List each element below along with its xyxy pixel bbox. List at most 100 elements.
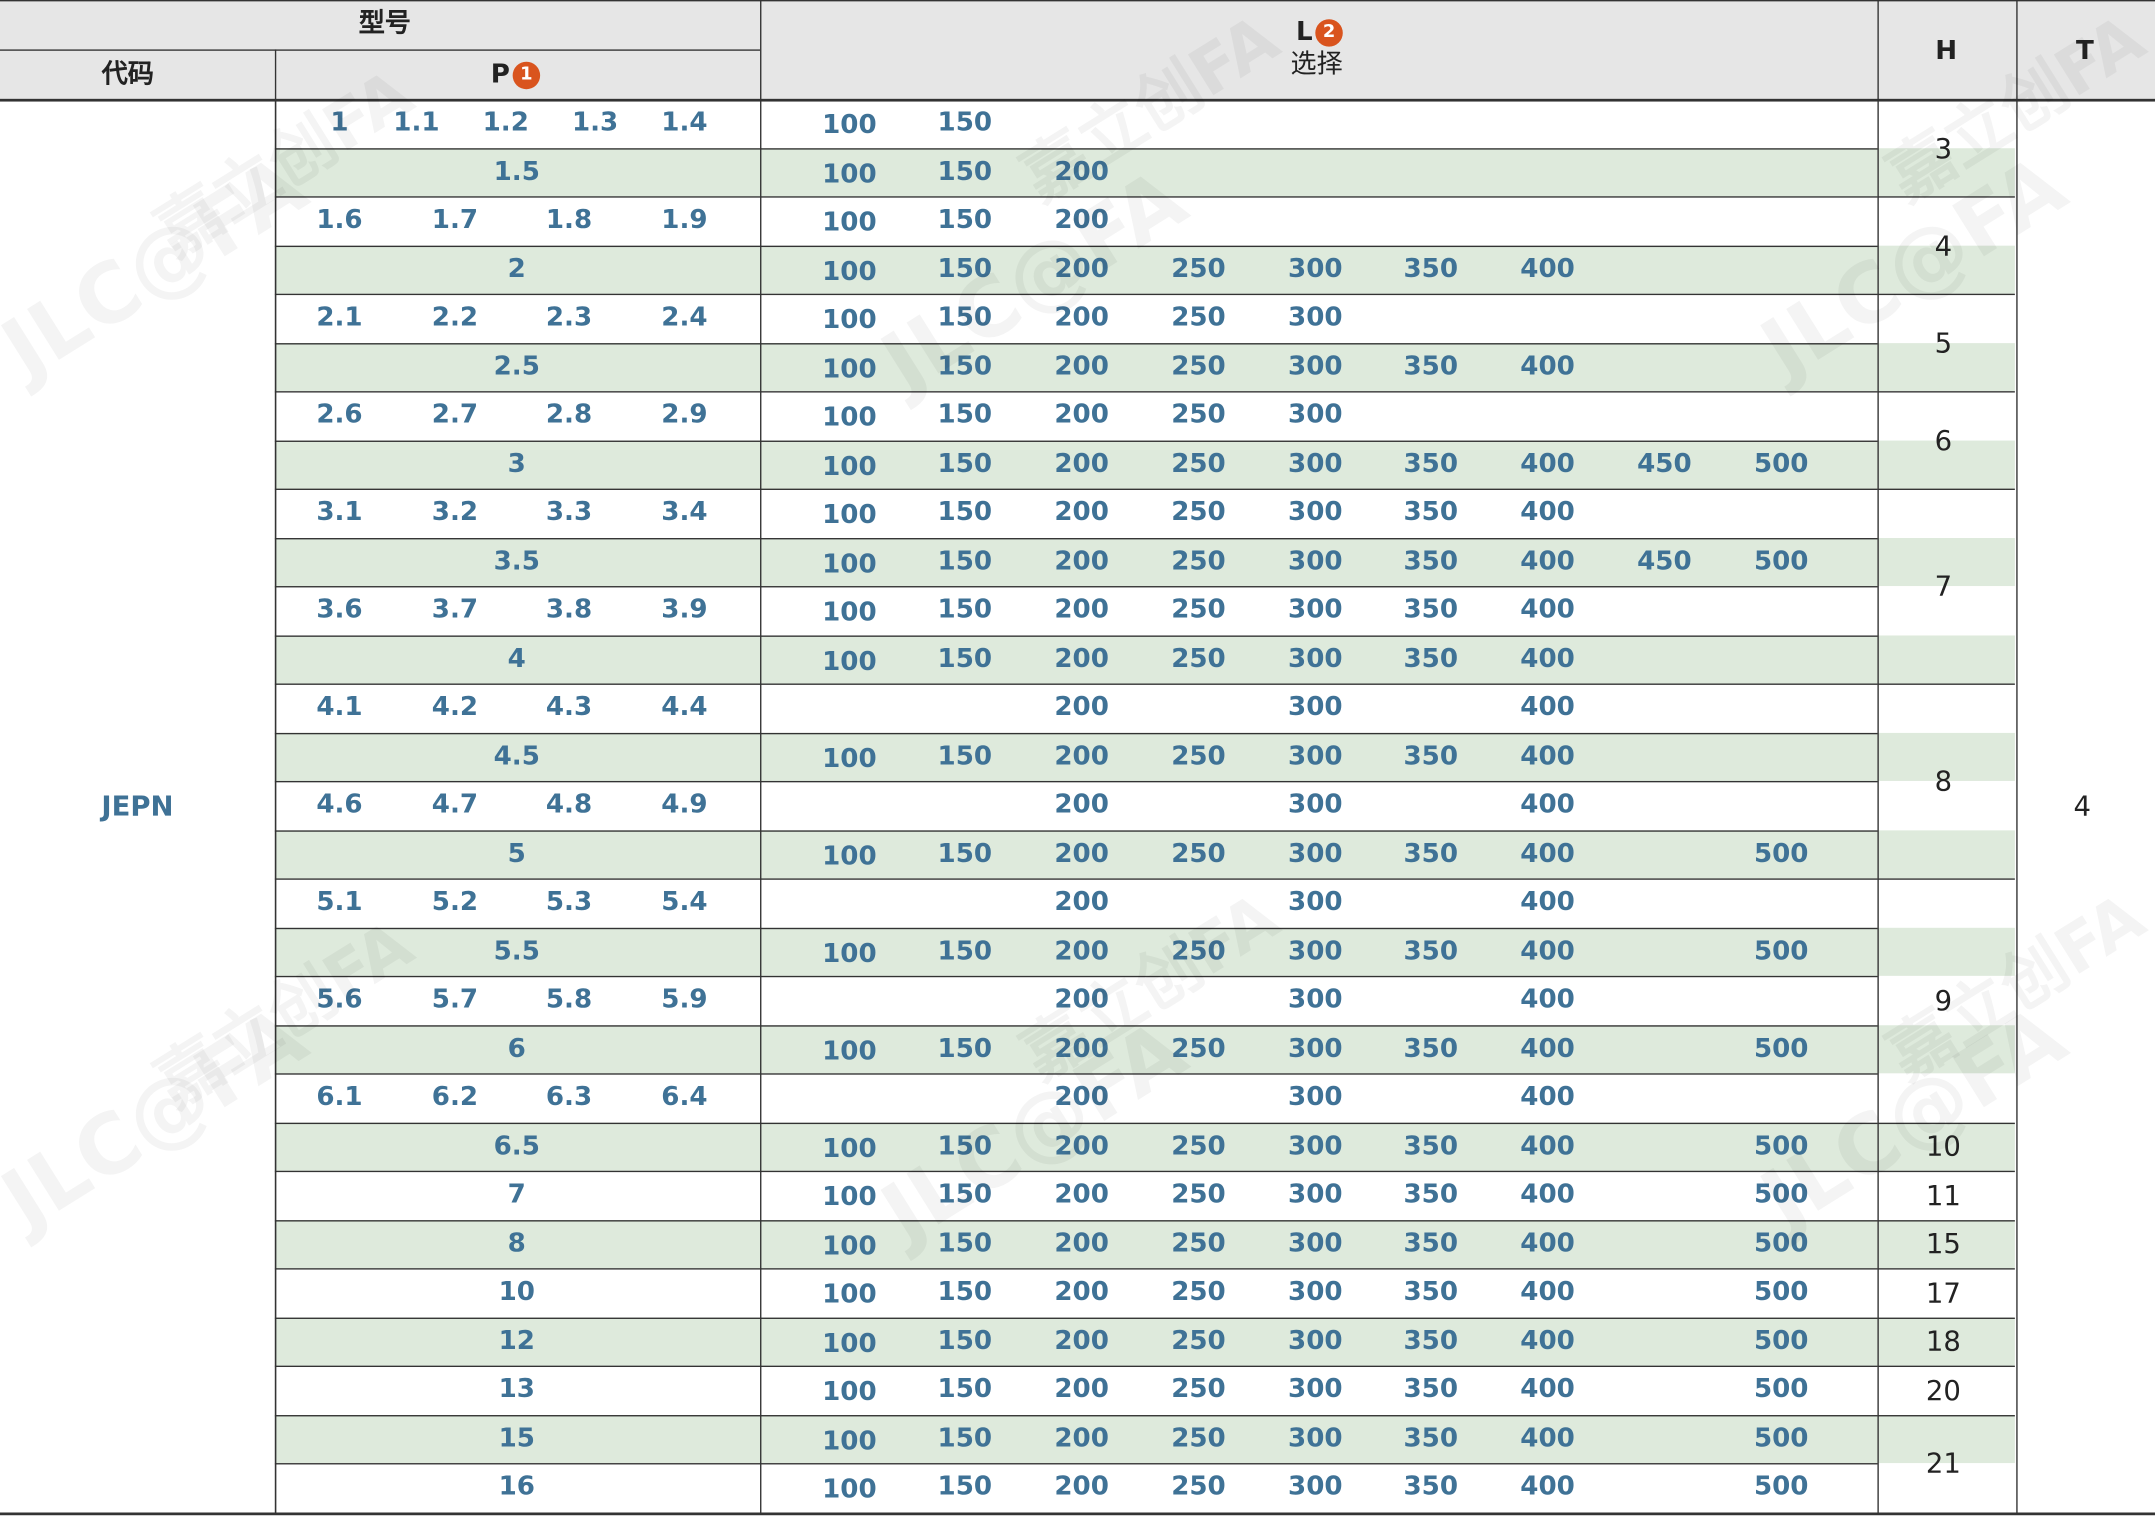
p-value: 2.7 xyxy=(431,399,479,430)
l-value: 250 xyxy=(1171,740,1226,771)
l-value: 500 xyxy=(1753,1373,1809,1405)
p-value: 3.8 xyxy=(545,594,593,625)
l-value: 150 xyxy=(937,155,993,186)
l-value: 200 xyxy=(1054,1178,1109,1210)
l-value: 300 xyxy=(1288,984,1343,1015)
rule xyxy=(0,1511,2155,1515)
l-value: 100 xyxy=(822,645,877,676)
p-value: 6.1 xyxy=(316,1081,363,1112)
h-value: 21 xyxy=(1925,1446,1961,1480)
l-value: 500 xyxy=(1753,1032,1809,1064)
l-value: 300 xyxy=(1288,691,1343,722)
l-value: 400 xyxy=(1520,1081,1575,1112)
l-value: 350 xyxy=(1403,740,1459,771)
l-value: 150 xyxy=(937,1276,993,1307)
h-value: 18 xyxy=(1925,1324,1961,1358)
l-value: 300 xyxy=(1288,1032,1343,1064)
l-value: 400 xyxy=(1520,545,1575,576)
l-value: 350 xyxy=(1403,496,1459,528)
l-value: 450 xyxy=(1637,448,1692,479)
l-value: 100 xyxy=(822,548,877,579)
l-value: 250 xyxy=(1171,545,1226,576)
l-value: 400 xyxy=(1520,886,1575,917)
l-value: 350 xyxy=(1403,1178,1459,1210)
l-value: 100 xyxy=(822,207,877,238)
l-value: 350 xyxy=(1403,1276,1459,1307)
l-value: 100 xyxy=(822,1376,877,1407)
l-value: 200 xyxy=(1054,837,1109,869)
l-number-badge: 2 xyxy=(1315,19,1343,47)
p-value: 2.4 xyxy=(661,301,708,333)
h-value: 7 xyxy=(1934,569,1953,603)
row-rule xyxy=(274,780,1878,783)
l-value: 150 xyxy=(937,935,993,966)
p-value: 4 xyxy=(507,643,526,674)
p-value: 1.2 xyxy=(482,107,529,138)
l-value: 350 xyxy=(1403,545,1459,576)
l-value: 300 xyxy=(1288,1422,1343,1453)
l-value: 400 xyxy=(1520,1227,1575,1258)
p-value: 6.5 xyxy=(493,1130,540,1161)
l-value: 100 xyxy=(822,1327,877,1359)
l-value: 100 xyxy=(822,450,877,482)
l-value: 200 xyxy=(1054,496,1109,528)
p-value: 5.2 xyxy=(431,886,479,917)
row-rule xyxy=(274,586,1878,588)
p-value: 4.6 xyxy=(316,789,363,820)
p-value: 1.7 xyxy=(431,204,479,235)
p-value: 3 xyxy=(507,448,526,479)
h-rule xyxy=(1877,878,2015,880)
p-value: 2.2 xyxy=(431,301,479,333)
row-rule xyxy=(274,927,1878,929)
row-rule xyxy=(274,683,1878,685)
l-value: 350 xyxy=(1403,1227,1459,1258)
row-rule xyxy=(274,634,1878,637)
l-value: 100 xyxy=(822,255,877,287)
l-value: 100 xyxy=(822,1132,877,1164)
l-value: 400 xyxy=(1520,448,1575,479)
l-value: 100 xyxy=(822,1279,877,1310)
l-value: 250 xyxy=(1171,1471,1226,1502)
l-value: 400 xyxy=(1520,1325,1575,1356)
l-value: 100 xyxy=(822,597,877,628)
l-value: 300 xyxy=(1288,253,1343,284)
l-value: 300 xyxy=(1288,886,1343,917)
row-rule xyxy=(274,1316,1878,1319)
p-value: 6.4 xyxy=(661,1081,708,1112)
p-value: 15 xyxy=(498,1422,535,1453)
p-value: 7 xyxy=(507,1178,526,1210)
l-value: 100 xyxy=(822,402,877,433)
l-value: 200 xyxy=(1054,789,1109,820)
l-value: 350 xyxy=(1403,1373,1459,1405)
l-value: 300 xyxy=(1288,740,1343,771)
l-value: 150 xyxy=(937,448,993,479)
l-value: 100 xyxy=(822,938,877,969)
l-value: 250 xyxy=(1171,253,1226,284)
l-value: 300 xyxy=(1288,1325,1343,1356)
p-value: 5.8 xyxy=(545,984,593,1015)
p-value: 3.1 xyxy=(316,496,363,528)
l-value: 450 xyxy=(1637,545,1692,576)
p-value: 6.3 xyxy=(545,1081,593,1112)
l-value: 300 xyxy=(1288,448,1343,479)
p-value: 4.1 xyxy=(316,691,363,722)
l-value: 500 xyxy=(1753,1471,1809,1502)
l-value: 350 xyxy=(1403,448,1459,479)
p-value: 5.9 xyxy=(661,984,708,1015)
l-value: 500 xyxy=(1753,1325,1809,1356)
p-value: 3.2 xyxy=(431,496,479,528)
l-value: 300 xyxy=(1288,1471,1343,1502)
row-rule xyxy=(274,537,1878,539)
l-value: 150 xyxy=(937,837,993,869)
h-value: 8 xyxy=(1934,764,1953,798)
l-value: 350 xyxy=(1403,253,1459,284)
p-value: 2 xyxy=(507,253,526,284)
l-value: 200 xyxy=(1054,1422,1109,1453)
l-value: 200 xyxy=(1054,350,1109,381)
h-band xyxy=(1877,829,2015,879)
l-value: 400 xyxy=(1520,496,1575,528)
l-value: 300 xyxy=(1288,545,1343,576)
l-value: 250 xyxy=(1171,496,1226,528)
p-value: 5.5 xyxy=(493,935,540,966)
rule xyxy=(0,0,2155,2)
